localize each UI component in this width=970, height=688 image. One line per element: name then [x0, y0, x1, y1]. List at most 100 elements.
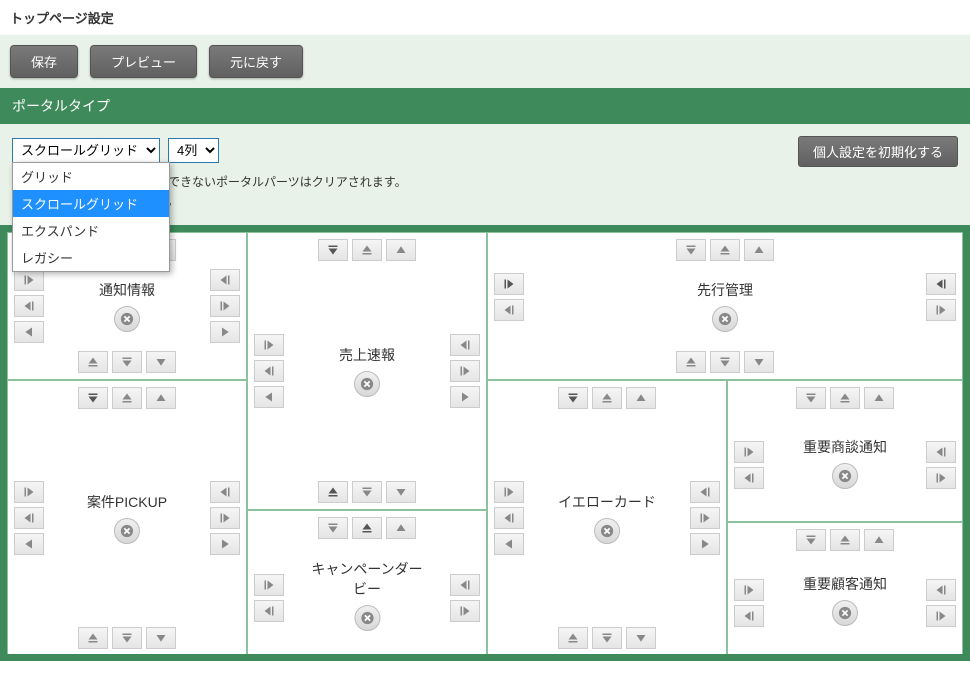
remove-part-customer[interactable] — [832, 600, 858, 626]
reset-personal-settings-button[interactable]: 個人設定を初期化する — [798, 136, 958, 167]
l1[interactable] — [734, 579, 764, 601]
move-down-bar[interactable] — [676, 239, 706, 261]
move-left-bar[interactable] — [926, 273, 956, 295]
part-title: キャンペーンダービー — [308, 559, 427, 599]
t1[interactable] — [558, 387, 588, 409]
r2[interactable] — [926, 605, 956, 627]
t1[interactable] — [796, 529, 826, 551]
r2[interactable] — [210, 507, 240, 529]
move-up[interactable] — [386, 239, 416, 261]
r3[interactable] — [210, 321, 240, 343]
remove-part-campaign[interactable] — [354, 605, 380, 631]
remove-part-yellow[interactable] — [594, 518, 620, 544]
mr1[interactable] — [450, 334, 480, 356]
b3[interactable] — [146, 627, 176, 649]
ml1[interactable] — [254, 334, 284, 356]
r1[interactable] — [450, 574, 480, 596]
move-down[interactable] — [744, 351, 774, 373]
portal-type-option-scrollgrid[interactable]: スクロールグリッド — [13, 190, 169, 217]
t2[interactable] — [352, 517, 382, 539]
l1[interactable] — [254, 574, 284, 596]
b1[interactable] — [78, 351, 108, 373]
move-up-bar[interactable] — [352, 239, 382, 261]
t1[interactable] — [796, 387, 826, 409]
move-right-bar-2[interactable] — [926, 299, 956, 321]
b2[interactable] — [112, 627, 142, 649]
l3[interactable] — [494, 533, 524, 555]
remove-part-sales[interactable] — [354, 371, 380, 397]
move-right-bar[interactable] — [494, 273, 524, 295]
move-down-bar-b[interactable] — [710, 351, 740, 373]
revert-button[interactable]: 元に戻す — [209, 45, 303, 78]
r1[interactable] — [926, 441, 956, 463]
l2[interactable] — [494, 507, 524, 529]
b1[interactable] — [558, 627, 588, 649]
t3[interactable] — [864, 529, 894, 551]
l3[interactable] — [14, 533, 44, 555]
mb1[interactable] — [318, 481, 348, 503]
portal-part-yellow: イエローカード — [487, 380, 727, 655]
remove-part-biztalk[interactable] — [832, 463, 858, 489]
part-title: 通知情報 — [99, 280, 155, 300]
b2[interactable] — [592, 627, 622, 649]
l1[interactable] — [14, 481, 44, 503]
t2[interactable] — [112, 387, 142, 409]
l1[interactable] — [494, 481, 524, 503]
t3[interactable] — [626, 387, 656, 409]
r2[interactable] — [926, 467, 956, 489]
save-button[interactable]: 保存 — [10, 45, 78, 78]
r3[interactable] — [690, 533, 720, 555]
r2[interactable] — [210, 295, 240, 317]
l3[interactable] — [14, 321, 44, 343]
move-up[interactable] — [744, 239, 774, 261]
portal-type-option-expand[interactable]: エクスパンド — [13, 217, 169, 244]
l2[interactable] — [734, 605, 764, 627]
mr2[interactable] — [450, 360, 480, 382]
b1[interactable] — [78, 627, 108, 649]
move-left-bar-2[interactable] — [494, 299, 524, 321]
r3[interactable] — [210, 533, 240, 555]
t2[interactable] — [830, 387, 860, 409]
mr3[interactable] — [450, 386, 480, 408]
column-count-select[interactable]: 4列 — [168, 138, 219, 163]
b3[interactable] — [146, 351, 176, 373]
l2[interactable] — [14, 295, 44, 317]
b3[interactable] — [626, 627, 656, 649]
layout-band: 通知情報先行管理売上速報案件PICKUPイエローカード重要商談通知キャンペーンダ… — [0, 225, 970, 661]
t1[interactable] — [78, 387, 108, 409]
l1[interactable] — [14, 269, 44, 291]
r1[interactable] — [210, 481, 240, 503]
ml3[interactable] — [254, 386, 284, 408]
r1[interactable] — [690, 481, 720, 503]
toolbar: 保存 プレビュー 元に戻す — [0, 35, 970, 88]
b2[interactable] — [112, 351, 142, 373]
mb2[interactable] — [352, 481, 382, 503]
l1[interactable] — [734, 441, 764, 463]
t2[interactable] — [592, 387, 622, 409]
move-up-bar[interactable] — [710, 239, 740, 261]
section-header-portal-type: ポータルタイプ — [0, 88, 970, 124]
portal-type-select[interactable]: スクロールグリッド — [12, 138, 160, 163]
move-up-bar-b[interactable] — [676, 351, 706, 373]
l2[interactable] — [14, 507, 44, 529]
remove-part-notice[interactable] — [114, 306, 140, 332]
l2[interactable] — [254, 600, 284, 622]
l2[interactable] — [734, 467, 764, 489]
remove-part-lead[interactable] — [712, 306, 738, 332]
t2[interactable] — [830, 529, 860, 551]
preview-button[interactable]: プレビュー — [90, 45, 197, 78]
t3[interactable] — [146, 387, 176, 409]
ml2[interactable] — [254, 360, 284, 382]
r2[interactable] — [450, 600, 480, 622]
portal-type-option-grid[interactable]: グリッド — [13, 163, 169, 190]
r1[interactable] — [210, 269, 240, 291]
mb3[interactable] — [386, 481, 416, 503]
move-down-bar[interactable] — [318, 239, 348, 261]
r1[interactable] — [926, 579, 956, 601]
r2[interactable] — [690, 507, 720, 529]
t3[interactable] — [386, 517, 416, 539]
portal-type-option-legacy[interactable]: レガシー — [13, 244, 169, 271]
t3[interactable] — [864, 387, 894, 409]
remove-part-anken[interactable] — [114, 518, 140, 544]
t1[interactable] — [318, 517, 348, 539]
